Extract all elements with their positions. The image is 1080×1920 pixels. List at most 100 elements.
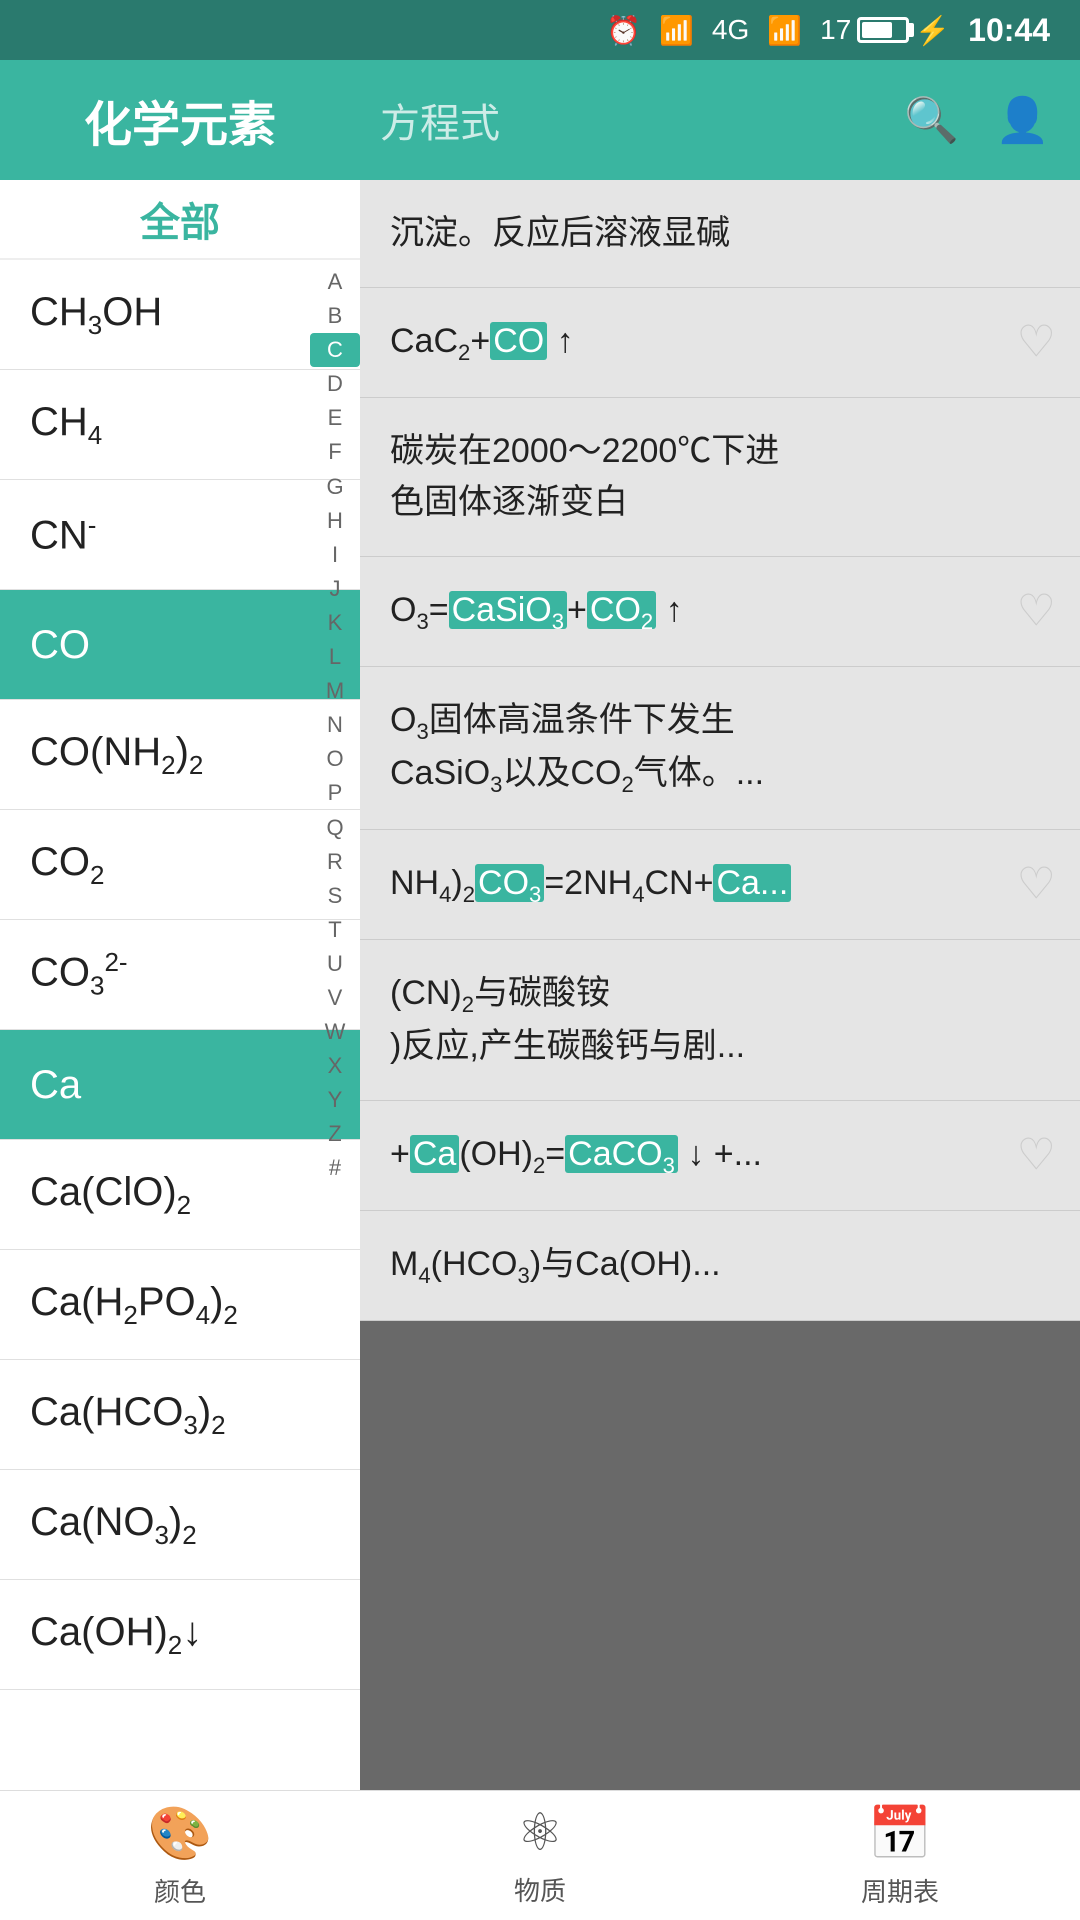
sidebar-item-conh22[interactable]: CO(NH2)2 (0, 700, 360, 810)
sidebar-item-co32-[interactable]: CO32- (0, 920, 360, 1030)
highlight-ca: Ca... (713, 864, 791, 902)
item7-text: (CN)2与碳酸铵 )反应,产生碳酸钙与剧... (390, 968, 1050, 1072)
alpha-B[interactable]: B (310, 299, 360, 333)
formula-co2: CO2 (30, 838, 104, 891)
nav-item-matter[interactable]: ⚛ 物质 (360, 1803, 720, 1908)
alpha-D[interactable]: D (310, 367, 360, 401)
heart-icon-6[interactable]: ♡ (1017, 859, 1056, 910)
formula-co32-: CO32- (30, 947, 128, 1002)
highlight-co3: CO3 (475, 864, 544, 902)
sidebar-item-ch3oh[interactable]: CH3OH (0, 260, 360, 370)
highlight-co: CO (490, 322, 547, 360)
sidebar-item-cahco32[interactable]: Ca(HCO3)2 (0, 1360, 360, 1470)
formula-co: CO (30, 621, 90, 669)
sidebar-item-cn-[interactable]: CN- (0, 480, 360, 590)
alpha-O[interactable]: O (310, 742, 360, 776)
formula-cano32: Ca(NO3)2 (30, 1498, 197, 1551)
bottom-nav: 🎨 颜色 ⚛ 物质 📅 周期表 (0, 1790, 1080, 1920)
alpha-L[interactable]: L (310, 640, 360, 674)
periodic-icon: 📅 (868, 1803, 933, 1864)
battery-icon (857, 17, 909, 43)
user-icon[interactable]: 👤 (995, 94, 1050, 146)
formula-ca: Ca (30, 1061, 81, 1109)
alpha-V[interactable]: V (310, 981, 360, 1015)
signal-icon: 📶 (767, 14, 802, 47)
alpha-P[interactable]: P (310, 776, 360, 810)
sidebar-item-cano32[interactable]: Ca(NO3)2 (0, 1470, 360, 1580)
formula-cah2po42: Ca(H2PO4)2 (30, 1278, 238, 1331)
highlight-casio3: CaSiO3 (449, 591, 567, 629)
sidebar-item-ca[interactable]: Ca (0, 1030, 360, 1140)
wifi-icon: 📶 (659, 14, 694, 47)
sidebar-item-caoh[interactable]: Ca(OH)2↓ (0, 1580, 360, 1690)
heart-icon-4[interactable]: ♡ (1017, 586, 1056, 637)
alpha-M[interactable]: M (310, 674, 360, 708)
alpha-W[interactable]: W (310, 1015, 360, 1049)
alpha-C[interactable]: C (310, 333, 360, 367)
formula-caoh: Ca(OH)2↓ (30, 1608, 202, 1661)
tab-equations[interactable]: 方程式 (380, 91, 500, 149)
alpha-Q[interactable]: Q (310, 811, 360, 845)
alpha-K[interactable]: K (310, 606, 360, 640)
content-area: 全部 CH3OH CH4 CN- CO CO(NH2)2 CO2 CO3 (0, 180, 1080, 1920)
clock: 10:44 (968, 12, 1050, 49)
alpha-J[interactable]: J (310, 572, 360, 606)
sidebar-item-ch4[interactable]: CH4 (0, 370, 360, 480)
alpha-Z[interactable]: Z (310, 1117, 360, 1151)
search-icon[interactable]: 🔍 (904, 94, 959, 146)
app-title: 化学元素 (84, 85, 276, 155)
battery-indicator: 17 ⚡ (820, 14, 950, 47)
heart-icon-2[interactable]: ♡ (1017, 317, 1056, 368)
right-content: 沉淀。反应后溶液显碱 CaC2+CO ↑ ♡ 碳炭在2000～2200℃下进色固… (360, 180, 1080, 1920)
content-item-8: +Ca(OH)2=CaCO3 ↓ +... ♡ (360, 1101, 1080, 1211)
header-icons: 🔍 👤 (904, 94, 1050, 146)
item8-text: +Ca(OH)2=CaCO3 ↓ +... (390, 1129, 1000, 1182)
formula-ch3oh: CH3OH (30, 288, 162, 341)
content-item-1: 沉淀。反应后溶液显碱 (360, 180, 1080, 288)
nav-item-colors[interactable]: 🎨 颜色 (0, 1803, 360, 1909)
alpha-A[interactable]: A (310, 265, 360, 299)
alphabet-index: A B C D E F G H I J K L M N O P Q R S T (310, 260, 360, 1186)
alpha-N[interactable]: N (310, 708, 360, 742)
left-panel: 全部 CH3OH CH4 CN- CO CO(NH2)2 CO2 CO3 (0, 180, 360, 1920)
alpha-U[interactable]: U (310, 947, 360, 981)
alpha-X[interactable]: X (310, 1049, 360, 1083)
network-icon: 4G (712, 14, 749, 46)
highlight-ca2: Ca (410, 1135, 459, 1173)
alpha-S[interactable]: S (310, 879, 360, 913)
sidebar-item-cah2po42[interactable]: Ca(H2PO4)2 (0, 1250, 360, 1360)
alpha-hash[interactable]: # (310, 1151, 360, 1185)
periodic-label: 周期表 (861, 1872, 939, 1909)
matter-label: 物质 (514, 1871, 566, 1908)
alpha-H[interactable]: H (310, 504, 360, 538)
nav-item-periodic[interactable]: 📅 周期表 (720, 1803, 1080, 1909)
alpha-I[interactable]: I (310, 538, 360, 572)
sidebar-item-co[interactable]: CO (0, 590, 360, 700)
sidebar-item-caclo2[interactable]: Ca(ClO)2 (0, 1140, 360, 1250)
alpha-G[interactable]: G (310, 470, 360, 504)
item6-text: NH4)2CO3=2NH4CN+Ca... (390, 858, 1000, 911)
alpha-E[interactable]: E (310, 401, 360, 435)
highlight-co2: CO2 (587, 591, 656, 629)
item5-text: O3固体高温条件下发生 CaSiO3以及CO2气体。... (390, 695, 1050, 801)
content-item-7: (CN)2与碳酸铵 )反应,产生碳酸钙与剧... (360, 940, 1080, 1101)
content-item-2: CaC2+CO ↑ ♡ (360, 288, 1080, 398)
charging-icon: ⚡ (915, 14, 950, 47)
alpha-T[interactable]: T (310, 913, 360, 947)
formula-cn-: CN- (30, 510, 96, 559)
battery-level: 17 (820, 14, 851, 46)
formula-conh22: CO(NH2)2 (30, 728, 203, 781)
sub-header[interactable]: 全部 (0, 180, 360, 260)
alpha-R[interactable]: R (310, 845, 360, 879)
item9-text: M4(HCO3)与Ca(OH)... (390, 1239, 1050, 1292)
status-bar: ⏰ 📶 4G 📶 17 ⚡ 10:44 (0, 0, 1080, 60)
alpha-Y[interactable]: Y (310, 1083, 360, 1117)
heart-icon-8[interactable]: ♡ (1017, 1130, 1056, 1181)
alpha-F[interactable]: F (310, 435, 360, 469)
content-item-5: O3固体高温条件下发生 CaSiO3以及CO2气体。... (360, 667, 1080, 830)
all-label: 全部 (140, 190, 220, 248)
colors-label: 颜色 (154, 1872, 206, 1909)
colors-icon: 🎨 (148, 1803, 213, 1864)
highlight-caco3: CaCO3 (565, 1135, 678, 1173)
sidebar-item-co2[interactable]: CO2 (0, 810, 360, 920)
